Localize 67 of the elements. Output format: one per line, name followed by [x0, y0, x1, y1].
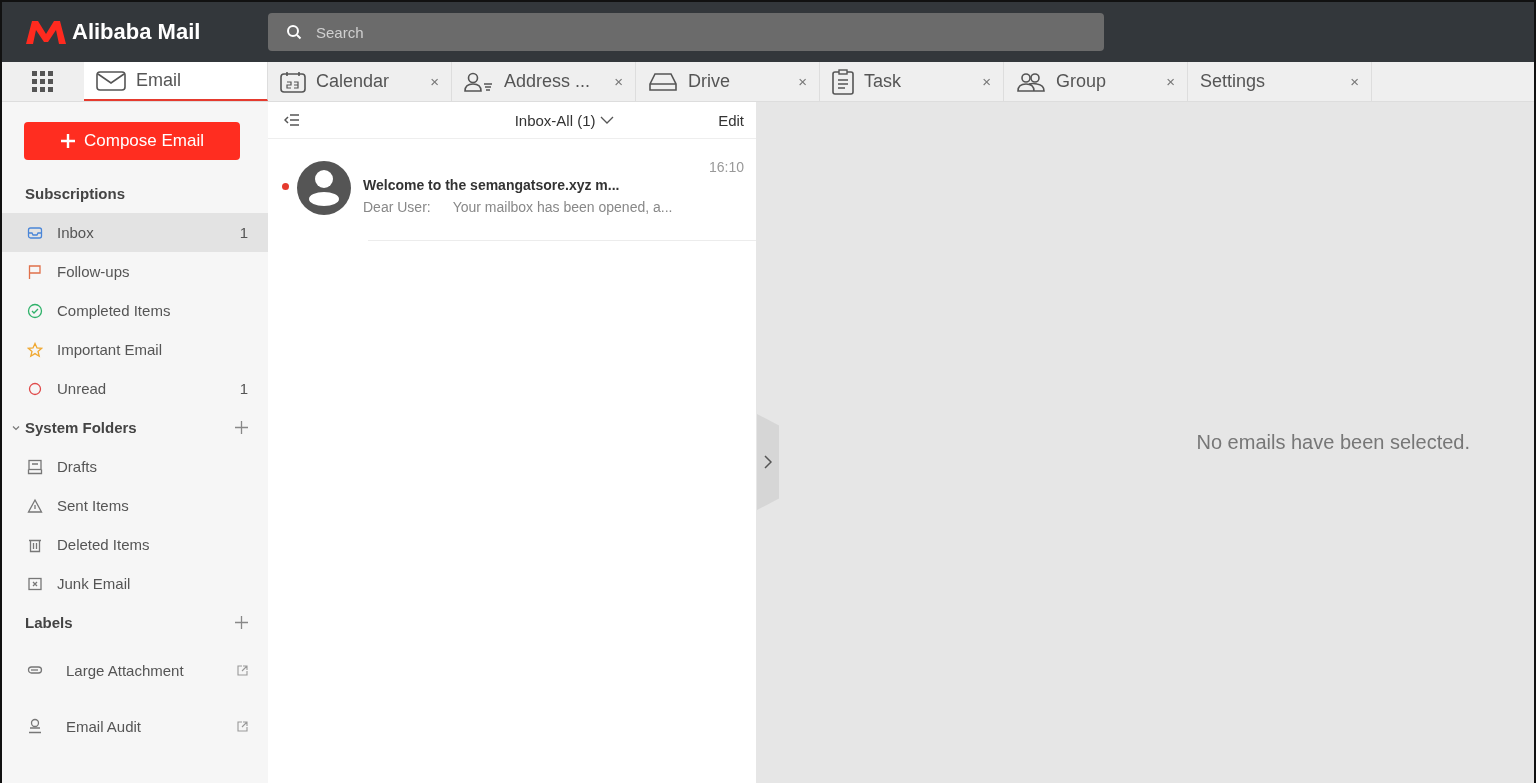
- logo-icon: [24, 18, 68, 46]
- collapse-menu-icon[interactable]: [284, 114, 300, 126]
- check-circle-icon: [27, 302, 43, 319]
- calendar-icon: [280, 70, 306, 93]
- empty-message: No emails have been selected.: [1196, 431, 1470, 454]
- chevron-right-icon: [764, 455, 772, 469]
- external-link-icon[interactable]: [237, 664, 248, 676]
- message-preview: Your mailbox has been opened, a...: [452, 199, 673, 215]
- app-grid-icon[interactable]: [32, 70, 54, 93]
- caret-icon: [599, 116, 614, 124]
- close-button[interactable]: ×: [1166, 73, 1175, 90]
- unread-count: 1: [239, 380, 248, 397]
- folder-item[interactable]: Completed Items: [2, 291, 268, 330]
- person-list-icon: [464, 71, 494, 92]
- search-field[interactable]: Search: [268, 13, 1104, 51]
- app-tab[interactable]: Settings ×: [1188, 62, 1372, 101]
- folder-item[interactable]: Junk Email: [2, 564, 268, 603]
- app-tab[interactable]: Calendar ×: [268, 62, 452, 101]
- app-tab[interactable]: Group ×: [1004, 62, 1188, 101]
- folder-item[interactable]: Sent Items: [2, 486, 268, 525]
- folder-dropdown[interactable]: Inbox-All (1): [514, 111, 614, 129]
- junk-icon: [27, 575, 43, 592]
- section-heading: System Folders: [25, 419, 138, 436]
- brand-name: Alibaba Mail: [72, 19, 201, 45]
- plus-icon[interactable]: [235, 616, 248, 629]
- drafts-icon: [27, 458, 43, 475]
- unread-count: 1: [239, 224, 248, 241]
- triangle-icon: [27, 497, 43, 514]
- section-heading: Labels: [25, 614, 74, 631]
- folder-item[interactable]: Important Email: [2, 330, 268, 369]
- folder-item[interactable]: Inbox 1: [2, 213, 268, 252]
- search-icon: [286, 24, 302, 40]
- clipboard-icon: [832, 68, 854, 95]
- compose-button[interactable]: Compose Email: [24, 122, 240, 160]
- star-icon: [27, 341, 43, 358]
- app-tab[interactable]: Email: [84, 62, 268, 101]
- app-tab[interactable]: Drive ×: [636, 62, 820, 101]
- drive-icon: [648, 71, 678, 92]
- flag-icon: [27, 263, 43, 280]
- close-button[interactable]: ×: [982, 73, 991, 90]
- circle-icon: [27, 380, 43, 397]
- close-button[interactable]: ×: [614, 73, 623, 90]
- folder-item[interactable]: Unread 1: [2, 369, 268, 408]
- app-tab[interactable]: Task ×: [820, 62, 1004, 101]
- folder-item[interactable]: Large Attachment: [2, 642, 268, 698]
- chevron-icon[interactable]: [12, 423, 20, 432]
- app-tab[interactable]: Address ... ×: [452, 62, 636, 101]
- external-link-icon[interactable]: [237, 720, 248, 732]
- edit-button[interactable]: Edit: [718, 111, 744, 129]
- folder-item[interactable]: Email Audit: [2, 698, 268, 754]
- folder-item[interactable]: Deleted Items: [2, 525, 268, 564]
- message-sender: Dear User:: [363, 199, 431, 215]
- message-subject: Welcome to the semangatsore.xyz m...: [363, 177, 621, 193]
- message-time: 16:10: [708, 159, 744, 175]
- folder-item[interactable]: Drafts: [2, 447, 268, 486]
- person-icon: [27, 718, 43, 734]
- close-button[interactable]: ×: [1350, 73, 1359, 90]
- people-icon: [1016, 71, 1046, 92]
- plus-icon: [60, 133, 76, 149]
- plus-icon[interactable]: [235, 421, 248, 434]
- close-button[interactable]: ×: [430, 73, 439, 90]
- section-heading: Subscriptions: [25, 185, 126, 202]
- folder-item[interactable]: Follow-ups: [2, 252, 268, 291]
- inbox-icon: [27, 224, 43, 241]
- envelope-icon: [96, 70, 126, 91]
- close-button[interactable]: ×: [798, 73, 807, 90]
- avatar-icon: [297, 161, 351, 215]
